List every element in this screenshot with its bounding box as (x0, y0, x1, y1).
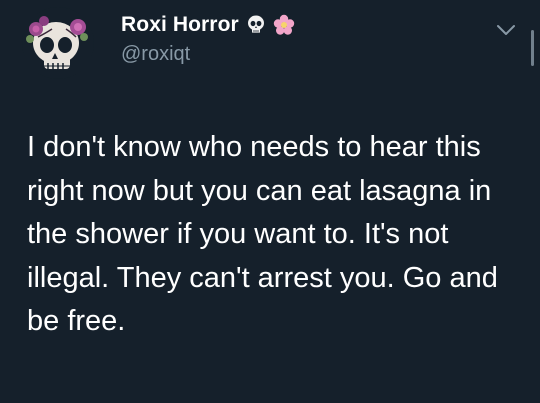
tweet-card: Roxi Horror @roxiqt I don't know who nee… (0, 0, 540, 403)
chevron-down-icon[interactable] (495, 22, 517, 38)
avatar[interactable] (22, 7, 94, 79)
skull-icon (247, 15, 264, 33)
display-name[interactable]: Roxi Horror (121, 13, 239, 37)
flower-icon (273, 14, 294, 35)
skull-with-flowers-icon (26, 16, 88, 69)
tweet-text: I don't know who needs to hear this righ… (27, 131, 498, 337)
user-handle[interactable]: @roxiqt (121, 43, 190, 66)
scrollbar[interactable] (531, 30, 534, 66)
name-row: Roxi Horror (121, 13, 295, 37)
